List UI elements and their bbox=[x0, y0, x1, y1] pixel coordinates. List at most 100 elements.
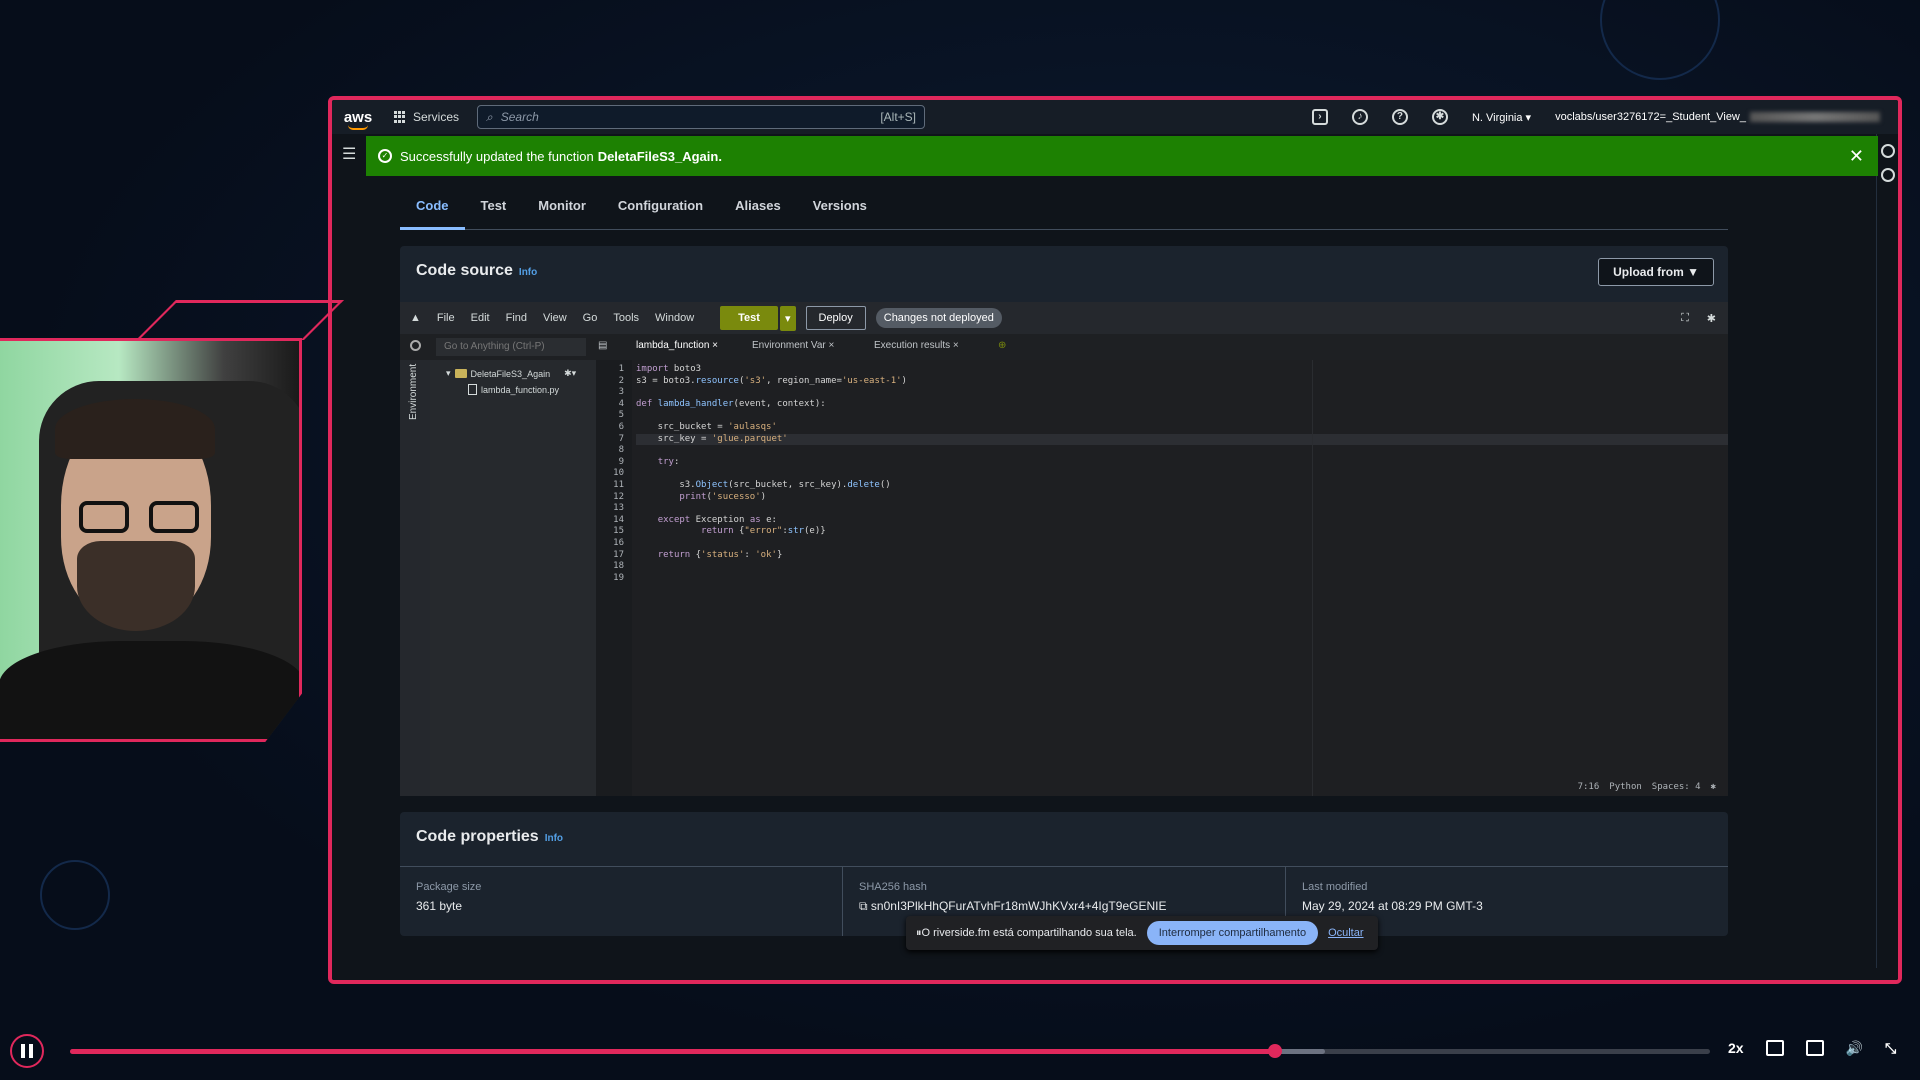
tree-file[interactable]: lambda_function.py bbox=[468, 384, 559, 395]
line-number: 16 bbox=[613, 537, 624, 548]
tab-menu-icon[interactable]: ▤ bbox=[598, 340, 607, 351]
info-panel-icon[interactable] bbox=[1880, 144, 1895, 158]
settings-gear-icon[interactable]: ✱ bbox=[1707, 312, 1716, 325]
collapse-icon[interactable]: ▲ bbox=[410, 312, 421, 324]
menu-file[interactable]: File bbox=[437, 312, 455, 324]
cloudshell-icon[interactable]: › bbox=[1311, 109, 1328, 125]
pause-button[interactable] bbox=[10, 1034, 44, 1068]
package-size-field: Package size 361 byte bbox=[400, 867, 843, 936]
screen-share-bar: ⏸ O riverside.fm está compartilhando sua… bbox=[906, 916, 1378, 950]
search-input[interactable]: ⌕ Search [Alt+S] bbox=[477, 105, 926, 129]
tab-test[interactable]: Test bbox=[465, 192, 523, 230]
share-message: O riverside.fm está compartilhando sua t… bbox=[921, 927, 1137, 939]
progress-bar[interactable] bbox=[70, 1044, 1710, 1058]
code-properties-title: Code properties Info bbox=[416, 828, 564, 845]
presenter-shirt bbox=[0, 641, 299, 739]
menu-go[interactable]: Go bbox=[583, 312, 598, 324]
goto-anything-input[interactable]: Go to Anything (Ctrl-P) bbox=[436, 338, 586, 356]
fullscreen-icon[interactable]: ⛶ bbox=[1681, 312, 1689, 325]
line-number: 4 bbox=[618, 398, 624, 409]
gear-icon[interactable]: ✱▾ bbox=[564, 368, 576, 379]
decorative-circle bbox=[1600, 0, 1720, 80]
gear-icon[interactable]: ✱ bbox=[1431, 109, 1448, 125]
stop-sharing-button[interactable]: Interromper compartilhamento bbox=[1146, 921, 1319, 945]
help-icon[interactable]: ? bbox=[1391, 109, 1408, 125]
indent-setting[interactable]: Spaces: 4 bbox=[1652, 782, 1701, 792]
services-menu[interactable]: Services bbox=[384, 110, 469, 124]
tab-versions[interactable]: Versions bbox=[797, 192, 883, 230]
code-line: try: bbox=[657, 456, 680, 467]
bell-icon[interactable]: ♪ bbox=[1351, 109, 1368, 125]
copy-icon[interactable]: ⧉ bbox=[859, 899, 871, 913]
editor-status-bar: 7:16 Python Spaces: 4 ✱ bbox=[1578, 782, 1716, 792]
info-link[interactable]: Info bbox=[519, 267, 537, 278]
line-number: 5 bbox=[618, 410, 624, 421]
add-tab-icon[interactable]: ⊕ bbox=[998, 340, 1006, 351]
line-number-gutter: 1 2 3 4 5 6 7 8 9 10 11 12 13 14 15 16 17 18 19 bbox=[596, 360, 632, 796]
deploy-button[interactable]: Deploy bbox=[805, 306, 866, 330]
folder-icon bbox=[454, 369, 467, 378]
region-selector[interactable]: N. Virginia ▾ bbox=[1472, 111, 1531, 124]
upload-from-button[interactable]: Upload from ▼ bbox=[1598, 258, 1714, 286]
playback-speed-button[interactable]: 2x bbox=[1728, 1040, 1744, 1057]
changes-status-badge: Changes not deployed bbox=[875, 308, 1002, 328]
line-number: 8 bbox=[618, 445, 624, 456]
code-line: def lambda_handler(event, context): bbox=[636, 398, 826, 409]
file-tab-environment-var[interactable]: Environment Var × bbox=[752, 340, 834, 351]
gear-icon[interactable]: ✱ bbox=[1711, 782, 1716, 792]
presenter-glasses bbox=[79, 501, 199, 533]
environment-label[interactable]: Environment bbox=[408, 364, 419, 420]
editor-toolbar: ▲ File Edit Find View Go Tools Window Te… bbox=[400, 302, 1728, 334]
fullscreen-exit-icon[interactable]: ⤡ bbox=[1885, 1040, 1896, 1057]
menu-edit[interactable]: Edit bbox=[471, 312, 490, 324]
file-tab-execution-results[interactable]: Execution results × bbox=[874, 340, 959, 351]
cloud9-editor: ▲ File Edit Find View Go Tools Window Te… bbox=[400, 302, 1728, 796]
hide-link[interactable]: Ocultar bbox=[1328, 927, 1363, 939]
presenter-hair bbox=[55, 399, 215, 459]
last-modified-value: May 29, 2024 at 08:29 PM GMT-3 bbox=[1302, 899, 1483, 913]
file-tree: ▾ DeletaFileS3_Again ✱▾ lambda_function.py bbox=[430, 360, 596, 796]
file-icon bbox=[468, 384, 477, 395]
progress-handle[interactable] bbox=[1268, 1044, 1283, 1058]
webcam-overlay bbox=[0, 300, 344, 744]
info-link[interactable]: Info bbox=[545, 833, 563, 844]
account-menu[interactable]: voclabs/user3276172=_Student_View_ bbox=[1555, 111, 1880, 123]
test-button[interactable]: Test bbox=[720, 306, 778, 330]
file-tab-lambda-function[interactable]: lambda_function × bbox=[636, 340, 718, 351]
code-line: print('sucesso') bbox=[679, 491, 767, 502]
code-line: s3.Object(src_bucket, src_key).delete() bbox=[636, 479, 891, 490]
code-editor[interactable]: import boto3 s3 = boto3.resource('s3', r… bbox=[632, 360, 1728, 796]
close-icon[interactable]: ✕ bbox=[1849, 146, 1864, 167]
tab-configuration[interactable]: Configuration bbox=[602, 192, 719, 230]
cursor-position: 7:16 bbox=[1577, 782, 1600, 792]
test-dropdown-icon[interactable]: ▾ bbox=[779, 305, 796, 331]
menu-window[interactable]: Window bbox=[655, 312, 694, 324]
line-number: 2 bbox=[618, 375, 624, 386]
aws-logo[interactable]: aws bbox=[332, 109, 384, 130]
webcam-frame-tab bbox=[136, 300, 344, 340]
line-number: 3 bbox=[618, 387, 624, 398]
clock-icon[interactable] bbox=[1880, 168, 1895, 182]
code-line: return {"error":str(e)} bbox=[701, 526, 826, 537]
line-number: 1 bbox=[618, 364, 624, 374]
menu-view[interactable]: View bbox=[543, 312, 567, 324]
account-name: voclabs/user3276172=_Student_View_ bbox=[1555, 111, 1746, 123]
presenter-beard bbox=[77, 541, 195, 631]
language-mode[interactable]: Python bbox=[1609, 782, 1642, 792]
package-size-label: Package size bbox=[416, 881, 482, 893]
flash-message: Successfully updated the function bbox=[400, 148, 594, 164]
tab-aliases[interactable]: Aliases bbox=[719, 192, 797, 230]
tab-monitor[interactable]: Monitor bbox=[522, 192, 602, 230]
tree-folder[interactable]: ▾ DeletaFileS3_Again ✱▾ bbox=[446, 368, 576, 379]
search-icon bbox=[410, 340, 421, 351]
volume-icon[interactable]: 🔊 bbox=[1846, 1040, 1863, 1057]
blurred-email bbox=[1750, 112, 1880, 123]
picture-in-picture-icon[interactable] bbox=[1805, 1040, 1824, 1056]
menu-tools[interactable]: Tools bbox=[613, 312, 639, 324]
tab-code[interactable]: Code bbox=[400, 192, 465, 230]
captions-icon[interactable] bbox=[1765, 1040, 1784, 1056]
hamburger-menu-icon[interactable]: ☰ bbox=[342, 144, 356, 164]
menu-find[interactable]: Find bbox=[506, 312, 527, 324]
